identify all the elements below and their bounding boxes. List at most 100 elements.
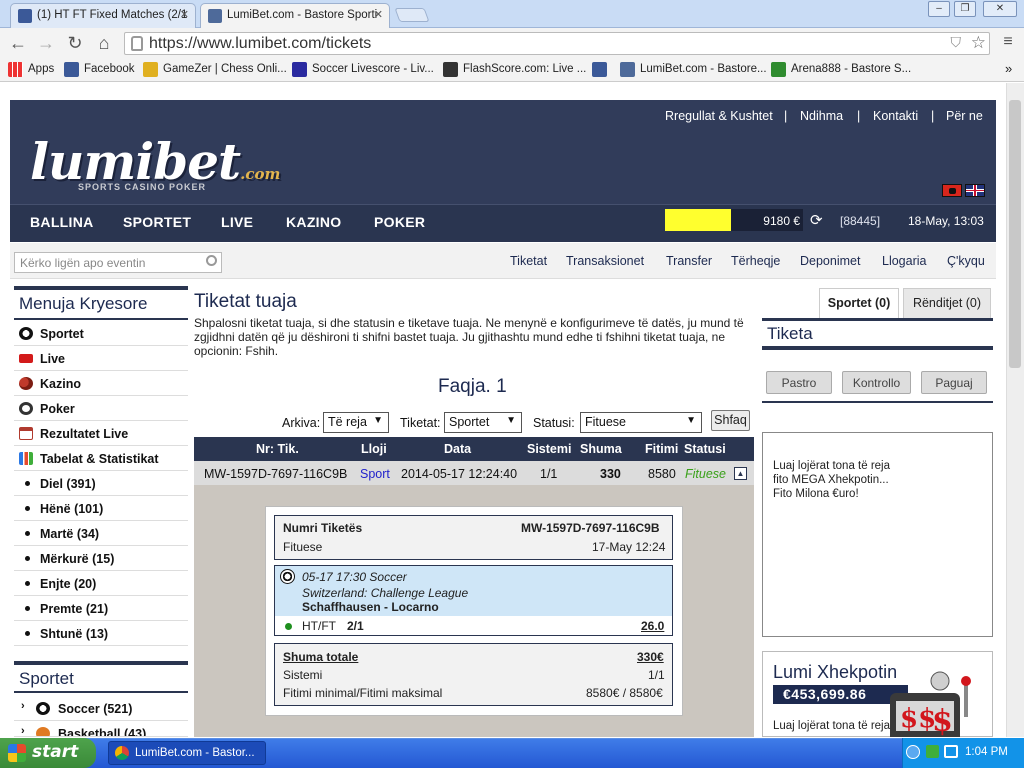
network-icon[interactable]: [944, 745, 958, 758]
link-rules[interactable]: Rregullat & Kushtet: [665, 109, 773, 123]
tab-sport-slip[interactable]: Sportet (0): [819, 288, 899, 319]
slot-machine-icon: $$ $: [890, 671, 971, 737]
bookmarks-overflow-button[interactable]: »: [985, 61, 1012, 76]
link-about[interactable]: Për ne: [946, 109, 983, 123]
sport-count: (43): [124, 727, 147, 737]
search-input[interactable]: Kërko ligën apo eventin: [14, 252, 222, 273]
link-logout[interactable]: Ç'kyqu: [947, 254, 985, 268]
refresh-balance-icon[interactable]: ⟳: [810, 211, 823, 229]
day-item-merkure[interactable]: Mërkurë (15): [14, 546, 188, 571]
bar-chart-icon: [19, 452, 33, 465]
tab-title: (1) HT FT Fixed Matches (2/1: [37, 9, 188, 21]
search-icon[interactable]: [206, 255, 217, 266]
maximize-button[interactable]: ❐: [954, 1, 976, 17]
menu-item-kazino[interactable]: Kazino: [14, 371, 188, 396]
bookmark-soccer-livescore[interactable]: Soccer Livescore - Liv...: [292, 62, 434, 77]
dropdown-arrow-icon: ▼: [373, 415, 383, 426]
reload-icon[interactable]: ↻: [65, 33, 85, 54]
link-tickets[interactable]: Tiketat: [510, 254, 547, 268]
day-item-hene[interactable]: Hënë (101): [14, 496, 188, 521]
col-ticket-nr: Nr: Tik.: [256, 442, 299, 456]
status-dot-icon: [285, 623, 292, 630]
tickets-type-value: Sportet: [449, 415, 490, 429]
bookmark-flashscore[interactable]: FlashScore.com: Live ...: [443, 62, 586, 77]
day-item-shtune[interactable]: Shtunë (13): [14, 621, 188, 646]
link-account[interactable]: Llogaria: [882, 254, 926, 268]
day-item-marte[interactable]: Martë (34): [14, 521, 188, 546]
day-label: Mërkurë: [40, 552, 89, 566]
link-transactions[interactable]: Transaksionet: [566, 254, 644, 268]
dropdown-arrow-icon: ▼: [506, 415, 516, 426]
albanian-flag-icon[interactable]: [942, 184, 962, 197]
pay-button[interactable]: Paguaj: [921, 371, 987, 394]
casino-chips-icon: [19, 377, 33, 390]
sport-item-soccer[interactable]: › Soccer (521): [14, 696, 188, 721]
new-tab-button[interactable]: [394, 8, 430, 22]
close-icon[interactable]: ✕: [374, 8, 383, 21]
nav-sportet[interactable]: SPORTET: [123, 214, 191, 230]
collapse-icon[interactable]: ▲: [734, 467, 747, 480]
event-match: Schaffhausen - Locarno: [302, 600, 439, 614]
link-transfer[interactable]: Transfer: [666, 254, 712, 268]
forward-icon[interactable]: →: [36, 33, 56, 54]
show-button[interactable]: Shfaq: [711, 410, 750, 431]
promo-banner[interactable]: Luaj lojërat tona të reja fito MEGA Xhek…: [762, 432, 993, 637]
day-item-diel[interactable]: Diel (391): [14, 471, 188, 496]
menu-item-live[interactable]: Live: [14, 346, 188, 371]
tickets-label: Tiketat:: [400, 416, 441, 430]
bookmark-apps[interactable]: Apps: [8, 62, 54, 77]
home-icon[interactable]: ⌂: [94, 33, 114, 54]
link-contact[interactable]: Kontakti: [873, 109, 918, 123]
expand-arrow-icon[interactable]: ›: [21, 725, 25, 736]
nav-ballina[interactable]: BALLINA: [30, 214, 94, 230]
bookmark-arena888[interactable]: Arena888 - Bastore S...: [771, 62, 911, 77]
nav-poker[interactable]: POKER: [374, 214, 425, 230]
tickets-type-select[interactable]: Sportet ▼: [444, 412, 522, 433]
close-icon[interactable]: ✕: [180, 8, 189, 21]
check-button[interactable]: Kontrollo: [842, 371, 911, 394]
tray-arrow-icon[interactable]: [906, 745, 920, 759]
english-flag-icon[interactable]: [965, 184, 985, 197]
link-help[interactable]: Ndihma: [800, 109, 843, 123]
balance-highlight: [665, 209, 731, 231]
browser-tab-fixed-matches[interactable]: (1) HT FT Fixed Matches (2/1 ✕: [10, 3, 196, 28]
facebook-icon: [592, 62, 607, 77]
browser-tab-lumibet[interactable]: LumiBet.com - Bastore Sporti ✕: [200, 3, 390, 28]
page-number: Faqja. 1: [438, 376, 507, 397]
menu-item-stats[interactable]: Tabelat & Statistikat: [14, 446, 188, 471]
shield-icon[interactable]: ⛉: [951, 34, 962, 51]
bookmark-star-icon[interactable]: ☆: [971, 33, 986, 53]
bookmark-lumibet[interactable]: LumiBet.com - Bastore...: [620, 62, 767, 77]
menu-icon[interactable]: ≡: [998, 33, 1018, 51]
day-item-premte[interactable]: Premte (21): [14, 596, 188, 621]
status-select[interactable]: Fituese ▼: [580, 412, 702, 433]
bookmark-facebook[interactable]: Facebook: [64, 62, 135, 77]
scrollbar-thumb[interactable]: [1009, 100, 1021, 368]
day-label: Shtunë: [40, 627, 83, 641]
back-icon[interactable]: ←: [8, 33, 28, 54]
menu-item-sportet[interactable]: Sportet: [14, 321, 188, 346]
soccer-ball-icon: [280, 569, 295, 584]
cell-type[interactable]: Sport: [360, 467, 390, 481]
archive-value: Të reja: [328, 415, 367, 429]
nav-live[interactable]: LIVE: [221, 214, 253, 230]
link-deposits[interactable]: Deponimet: [800, 254, 860, 268]
separator: |: [784, 109, 788, 123]
clear-button[interactable]: Pastro: [766, 371, 832, 394]
menu-item-poker[interactable]: Poker: [14, 396, 188, 421]
tab-order-slip[interactable]: Rënditjet (0): [903, 288, 991, 319]
archive-select[interactable]: Të reja ▼: [323, 412, 389, 433]
menu-item-live-results[interactable]: Rezultatet Live: [14, 421, 188, 446]
address-bar[interactable]: https://www.lumibet.com/tickets ⛉ ☆: [124, 32, 990, 55]
bookmark-gamezer[interactable]: GameZer | Chess Onli...: [143, 62, 287, 77]
taskbar-item-chrome[interactable]: LumiBet.com - Bastor...: [108, 741, 266, 765]
window-close-button[interactable]: ✕: [983, 1, 1017, 17]
sport-item-basketball[interactable]: › Basketball (43): [14, 721, 188, 737]
status-value: Fituese: [585, 415, 626, 429]
day-item-enjte[interactable]: Enjte (20): [14, 571, 188, 596]
expand-arrow-icon[interactable]: ›: [21, 700, 25, 712]
link-withdraw[interactable]: Tërheqje: [731, 254, 780, 268]
minimize-button[interactable]: –: [928, 1, 950, 17]
nav-kazino[interactable]: KAZINO: [286, 214, 341, 230]
security-icon[interactable]: [926, 745, 939, 758]
